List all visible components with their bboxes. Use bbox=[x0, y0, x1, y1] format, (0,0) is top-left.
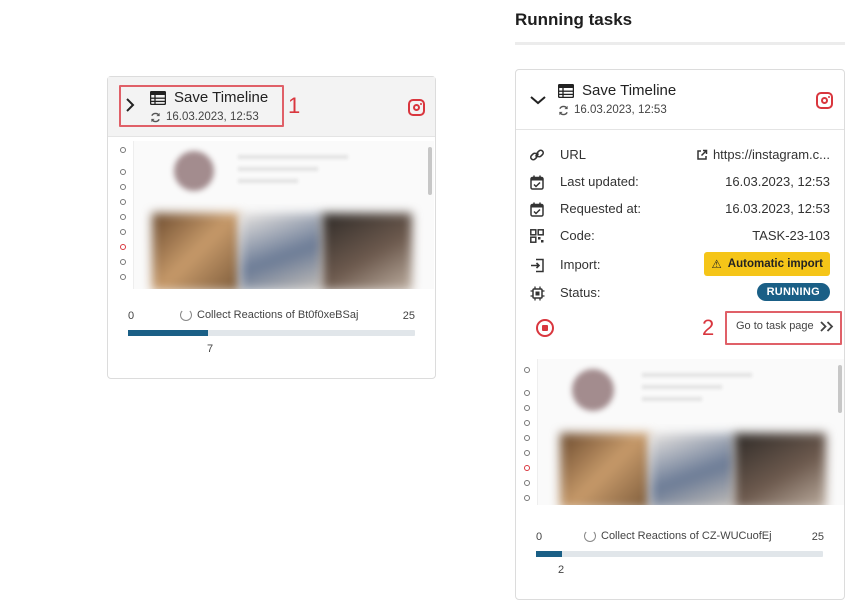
warning-icon: ⚠ bbox=[711, 259, 722, 271]
task-card-header[interactable]: Save Timeline 16.03.2023, 12:53 1 bbox=[108, 77, 435, 137]
info-row-url: URL https://instagram.c... bbox=[516, 145, 844, 165]
stop-button[interactable] bbox=[536, 319, 554, 337]
import-label: Import: bbox=[560, 257, 601, 272]
calendar-check-icon bbox=[529, 174, 545, 190]
info-row-last-updated: Last updated: 16.03.2023, 12:53 bbox=[516, 172, 844, 192]
post-screenshot bbox=[112, 141, 434, 289]
progress-max: 25 bbox=[811, 531, 824, 543]
chip-icon bbox=[529, 285, 545, 301]
calendar-check-icon bbox=[529, 201, 545, 217]
last-updated-value: 16.03.2023, 12:53 bbox=[725, 174, 830, 189]
code-value: TASK-23-103 bbox=[752, 228, 830, 243]
chevron-down-icon[interactable] bbox=[530, 92, 546, 108]
spinner-icon bbox=[584, 530, 596, 542]
info-row-code: Code: TASK-23-103 bbox=[516, 226, 844, 246]
task-date: 16.03.2023, 12:53 bbox=[166, 111, 259, 123]
refresh-icon bbox=[559, 105, 568, 115]
heading-divider bbox=[515, 42, 845, 45]
import-badge: ⚠ Automatic import bbox=[704, 252, 830, 276]
progress-bar bbox=[128, 330, 415, 336]
task-card-collapsed: Save Timeline 16.03.2023, 12:53 1 0 Coll… bbox=[107, 76, 436, 379]
task-title: Save Timeline bbox=[174, 89, 269, 106]
link-icon bbox=[529, 147, 545, 163]
last-updated-label: Last updated: bbox=[560, 174, 639, 189]
progress-max: 25 bbox=[402, 310, 415, 322]
progress-min: 0 bbox=[128, 310, 135, 322]
url-link[interactable]: https://instagram.c... bbox=[713, 147, 830, 162]
progress-bar-fill bbox=[128, 330, 209, 336]
task-card-expanded: Save Timeline 16.03.2023, 12:53 URL http… bbox=[515, 69, 845, 600]
callout-number-2: 2 bbox=[702, 315, 715, 340]
refresh-icon bbox=[151, 112, 160, 122]
info-row-import: Import: ⚠ Automatic import bbox=[516, 252, 844, 276]
qr-code-icon bbox=[529, 228, 545, 244]
progress-bar bbox=[536, 551, 823, 557]
table-icon bbox=[558, 83, 574, 98]
callout-number-1: 1 bbox=[288, 93, 301, 118]
url-label: URL bbox=[560, 147, 587, 162]
task-card-header[interactable]: Save Timeline 16.03.2023, 12:53 bbox=[516, 70, 844, 130]
double-chevron-right-icon bbox=[820, 320, 833, 332]
code-label: Code: bbox=[560, 228, 595, 243]
progress-label: Collect Reactions of Bt0f0xeBSaj bbox=[197, 309, 359, 321]
progress-current: 7 bbox=[207, 343, 214, 355]
go-to-task-page-label: Go to task page bbox=[736, 320, 814, 332]
status-badge: RUNNING bbox=[756, 283, 830, 301]
info-row-status: Status: RUNNING bbox=[516, 283, 844, 303]
info-row-requested-at: Requested at: 16.03.2023, 12:53 bbox=[516, 199, 844, 219]
table-icon bbox=[150, 90, 166, 105]
requested-at-value: 16.03.2023, 12:53 bbox=[725, 201, 830, 216]
progress-bar-fill bbox=[536, 551, 562, 557]
progress-current: 2 bbox=[558, 564, 565, 576]
post-screenshot bbox=[516, 359, 844, 505]
import-icon bbox=[529, 257, 545, 273]
panel-heading: Running tasks bbox=[515, 10, 633, 29]
chevron-right-icon[interactable] bbox=[122, 97, 138, 113]
spinner-icon bbox=[180, 309, 192, 321]
instagram-icon bbox=[408, 99, 425, 116]
go-to-task-page-button[interactable]: Go to task page bbox=[736, 320, 834, 332]
progress-label: Collect Reactions of CZ-WUCuofEj bbox=[601, 530, 772, 542]
requested-at-label: Requested at: bbox=[560, 201, 641, 216]
status-label: Status: bbox=[560, 285, 601, 300]
stop-icon bbox=[542, 325, 548, 331]
import-badge-label: Automatic import bbox=[727, 258, 823, 270]
progress-min: 0 bbox=[536, 531, 543, 543]
task-title: Save Timeline bbox=[582, 82, 677, 99]
external-link-icon bbox=[697, 149, 708, 160]
instagram-icon bbox=[816, 92, 833, 109]
task-date: 16.03.2023, 12:53 bbox=[574, 104, 667, 116]
